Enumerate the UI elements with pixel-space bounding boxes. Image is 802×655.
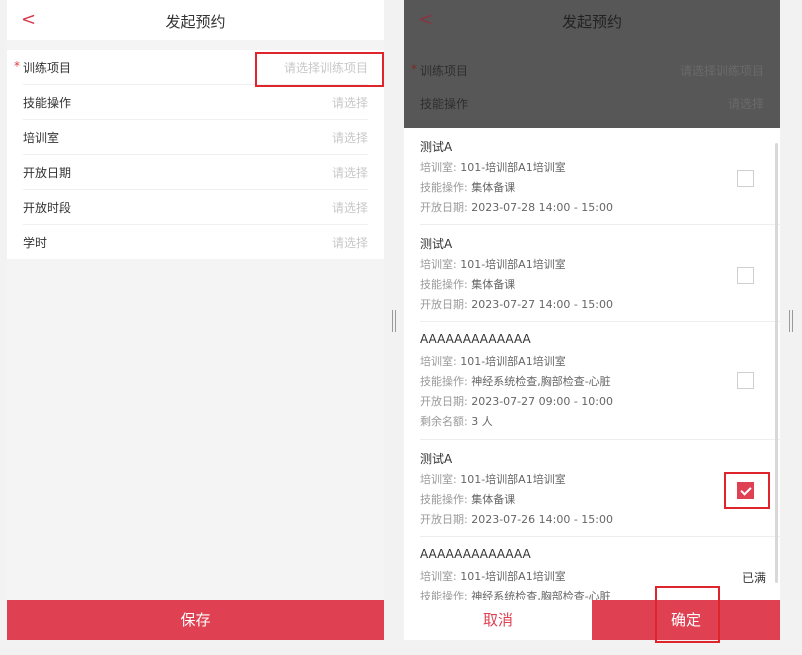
- skill-label: 技能操作:: [420, 278, 468, 291]
- item-name: 测试A: [420, 237, 453, 251]
- dimmed-background: < 发起预约 * 训练项目 请选择训练项目 技能操作 请选择: [404, 0, 780, 128]
- field-label: 技能操作: [420, 97, 469, 111]
- right-screen: < 发起预约 * 训练项目 请选择训练项目 技能操作 请选择 测试A 培训室: …: [404, 0, 780, 640]
- required-marker: *: [14, 59, 20, 73]
- field-label: 训练项目: [23, 61, 72, 75]
- field-placeholder[interactable]: 请选择: [332, 129, 368, 146]
- list-item[interactable]: 测试A 培训室: 101-培训部A1培训室 技能操作: 集体备课 开放日期: 2…: [420, 225, 780, 322]
- training-item-list[interactable]: 测试A 培训室: 101-培训部A1培训室 技能操作: 集体备课 开放日期: 2…: [404, 128, 780, 600]
- save-button[interactable]: 保存: [7, 600, 384, 640]
- room-label: 培训室:: [420, 355, 457, 368]
- date-label: 开放日期:: [420, 395, 468, 408]
- list-scrollbar[interactable]: [775, 143, 778, 583]
- date-label: 开放日期:: [420, 201, 468, 214]
- field-label: 学时: [23, 236, 48, 250]
- field-class-hours[interactable]: 学时 请选择: [23, 225, 368, 259]
- field-open-period[interactable]: 开放时段 请选择: [23, 190, 368, 225]
- field-training-room[interactable]: 培训室 请选择: [23, 120, 368, 155]
- dim-field-training-item: * 训练项目 请选择训练项目: [411, 62, 764, 79]
- bottom-action-bar: 取消 确定: [404, 600, 780, 640]
- item-checkbox[interactable]: [737, 170, 754, 187]
- field-placeholder[interactable]: 请选择: [332, 164, 368, 181]
- field-open-date[interactable]: 开放日期 请选择: [23, 155, 368, 190]
- cancel-button[interactable]: 取消: [404, 600, 592, 640]
- remaining-label: 剩余名额:: [420, 415, 468, 428]
- field-label: 培训室: [23, 131, 60, 145]
- splitter-handle[interactable]: [788, 310, 794, 332]
- left-screen: < 发起预约 * 训练项目 请选择训练项目 技能操作 请选择 培训室 请选择 开…: [7, 0, 384, 640]
- page-title: 发起预约: [561, 13, 622, 31]
- status-badge: 已满: [741, 571, 766, 585]
- field-label: 技能操作: [23, 96, 72, 110]
- skill-value: 集体备课: [471, 278, 516, 291]
- field-placeholder[interactable]: 请选择: [332, 199, 368, 216]
- date-value: 2023-07-27 09:00 - 10:00: [471, 395, 614, 408]
- date-value: 2023-07-28 14:00 - 15:00: [471, 201, 614, 214]
- field-label: 开放日期: [23, 166, 72, 180]
- skill-label: 技能操作:: [420, 181, 468, 194]
- date-value: 2023-07-26 14:00 - 15:00: [471, 513, 614, 526]
- skill-label: 技能操作:: [420, 493, 468, 506]
- room-label: 培训室:: [420, 570, 457, 583]
- skill-value: 集体备课: [471, 181, 516, 194]
- skill-value: 神经系统检查,胸部检查-心脏: [471, 375, 611, 388]
- date-value: 2023-07-27 14:00 - 15:00: [471, 298, 614, 311]
- item-name: AAAAAAAAAAAAA: [420, 547, 531, 561]
- room-label: 培训室:: [420, 258, 457, 271]
- room-value: 101-培训部A1培训室: [460, 161, 566, 174]
- highlight-box-training-item: [255, 52, 384, 87]
- room-label: 培训室:: [420, 473, 457, 486]
- item-checkbox[interactable]: [737, 372, 754, 389]
- list-item[interactable]: 测试A 培训室: 101-培训部A1培训室 技能操作: 集体备课 开放日期: 2…: [420, 128, 780, 225]
- item-checkbox[interactable]: [737, 267, 754, 284]
- dim-field-skill-operation: 技能操作 请选择: [420, 95, 764, 112]
- page-title: 发起预约: [165, 13, 226, 31]
- skill-label: 技能操作:: [420, 590, 468, 600]
- field-placeholder[interactable]: 请选择: [332, 234, 368, 251]
- required-marker: *: [411, 62, 417, 76]
- field-label: 开放时段: [23, 201, 72, 215]
- item-name: AAAAAAAAAAAAA: [420, 332, 531, 346]
- field-skill-operation[interactable]: 技能操作 请选择: [23, 85, 368, 120]
- date-label: 开放日期:: [420, 298, 468, 311]
- room-value: 101-培训部A1培训室: [460, 473, 566, 486]
- room-label: 培训室:: [420, 161, 457, 174]
- date-label: 开放日期:: [420, 513, 468, 526]
- highlight-box-confirm: [655, 586, 720, 643]
- list-item[interactable]: AAAAAAAAAAAAA 培训室: 101-培训部A1培训室 技能操作: 神经…: [420, 322, 780, 440]
- skill-label: 技能操作:: [420, 375, 468, 388]
- splitter-handle[interactable]: [391, 310, 397, 332]
- room-value: 101-培训部A1培训室: [460, 570, 566, 583]
- list-item[interactable]: AAAAAAAAAAAAA 培训室: 101-培训部A1培训室 技能操作: 神经…: [420, 537, 780, 600]
- field-label: 训练项目: [420, 64, 469, 78]
- field-placeholder: 请选择训练项目: [679, 64, 764, 78]
- left-header: < 发起预约: [7, 0, 384, 40]
- highlight-box-checkbox: [724, 472, 770, 509]
- field-placeholder[interactable]: 请选择: [332, 94, 368, 111]
- room-value: 101-培训部A1培训室: [460, 258, 566, 271]
- skill-value: 集体备课: [471, 493, 516, 506]
- item-name: 测试A: [420, 140, 453, 154]
- field-placeholder: 请选择: [727, 97, 764, 111]
- item-name: 测试A: [420, 452, 453, 466]
- skill-value: 神经系统检查,胸部检查-心脏: [471, 590, 611, 600]
- remaining-value: 3 人: [471, 415, 493, 428]
- room-value: 101-培训部A1培训室: [460, 355, 566, 368]
